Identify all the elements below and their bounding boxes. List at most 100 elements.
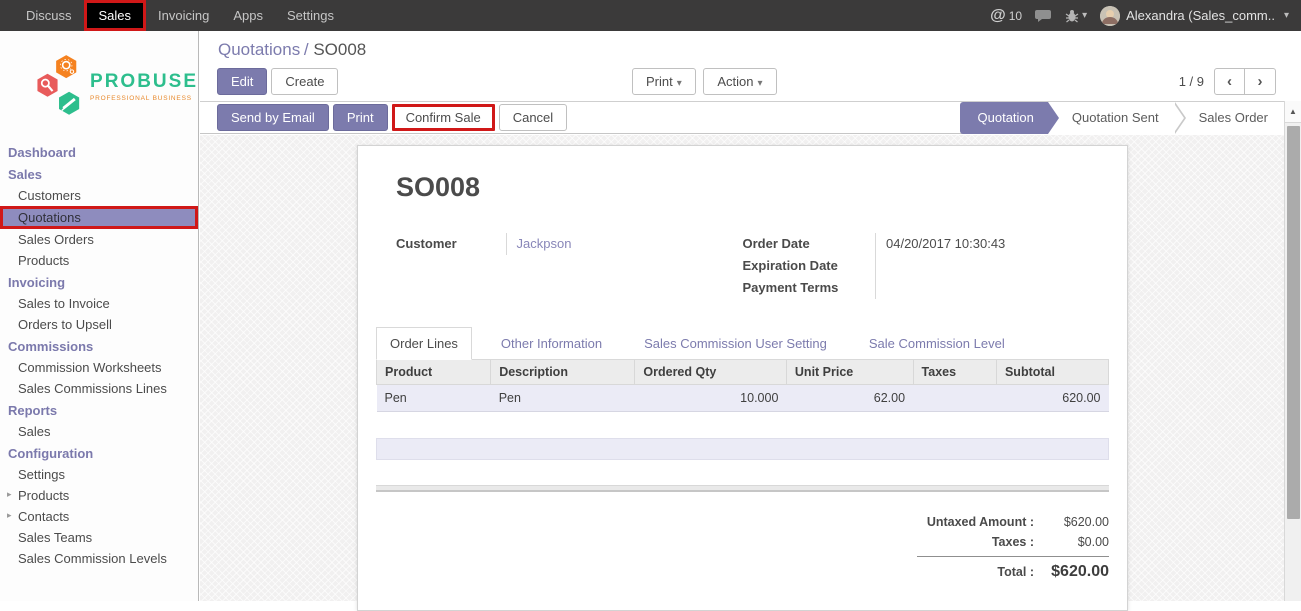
tab-sale-commission-level[interactable]: Sale Commission Level: [856, 328, 1018, 359]
order-date-label: Order Date: [743, 233, 876, 255]
topnav-sales-highlighted[interactable]: Sales: [84, 0, 147, 31]
status-pipeline: Quotation Quotation Sent Sales Order: [960, 102, 1284, 134]
sidebar-section-configuration[interactable]: Configuration: [0, 442, 198, 464]
payment-terms-label: Payment Terms: [743, 277, 876, 299]
sidebar-item-sales-to-invoice[interactable]: Sales to Invoice: [0, 293, 198, 314]
cancel-button[interactable]: Cancel: [499, 104, 567, 131]
cell-subtotal[interactable]: 620.00: [996, 385, 1108, 412]
confirm-sale-button-highlighted[interactable]: Confirm Sale: [392, 104, 495, 131]
debug-bug-icon[interactable]: ▾: [1065, 9, 1087, 23]
sidebar-item-orders-to-upsell[interactable]: Orders to Upsell: [0, 314, 198, 335]
expand-arrow-icon[interactable]: ▸: [7, 510, 12, 521]
cell-description[interactable]: Pen: [491, 385, 635, 412]
sidebar-item-commission-worksheets[interactable]: Commission Worksheets: [0, 357, 198, 378]
sidebar-item-dashboard[interactable]: Dashboard: [0, 141, 198, 163]
print-action-group: Print▾ Action ▾: [632, 68, 777, 95]
sidebar-section-reports[interactable]: Reports: [0, 399, 198, 421]
topnav-apps[interactable]: Apps: [221, 0, 275, 31]
sidebar-menu: Dashboard Sales Customers Quotations Sal…: [0, 135, 198, 569]
sidebar-section-commissions[interactable]: Commissions: [0, 335, 198, 357]
order-date-value: 04/20/2017 10:30:43: [876, 233, 1090, 255]
inbox-count: 10: [1009, 9, 1022, 23]
sidebar-item-sales-commission-levels[interactable]: Sales Commission Levels: [0, 548, 198, 569]
total-row: Total : $620.00: [917, 556, 1109, 584]
sidebar-section-invoicing[interactable]: Invoicing: [0, 271, 198, 293]
sidebar-item-config-contacts[interactable]: ▸ Contacts: [0, 506, 198, 527]
topnav-invoicing[interactable]: Invoicing: [146, 0, 221, 31]
top-navbar: Discuss Sales Invoicing Apps Settings @1…: [0, 0, 1301, 31]
cell-ordered-qty[interactable]: 10.000: [635, 385, 787, 412]
column-header-unit-price: Unit Price: [786, 360, 913, 385]
probuse-logo-hexagons: [36, 43, 82, 129]
top-nav-menu: Discuss Sales Invoicing Apps Settings: [0, 0, 346, 31]
cell-unit-price[interactable]: 62.00: [786, 385, 913, 412]
column-header-description: Description: [491, 360, 635, 385]
payment-terms-value: [876, 277, 1090, 299]
edit-button[interactable]: Edit: [217, 68, 267, 95]
order-lines-header-row: Product Description Ordered Qty Unit Pri…: [377, 360, 1109, 385]
sidebar-item-products[interactable]: Products: [0, 250, 198, 271]
user-avatar: [1100, 6, 1120, 26]
customer-row: Customer Jackpson: [396, 233, 743, 255]
total-label: Total :: [917, 565, 1034, 579]
print-document-button[interactable]: Print: [333, 104, 388, 131]
user-caret-icon: ▾: [1284, 10, 1289, 21]
pager-previous-button[interactable]: ‹: [1214, 68, 1245, 95]
breadcrumb: Quotations / SO008: [200, 31, 1301, 62]
pager-next-button[interactable]: ›: [1245, 68, 1276, 95]
form-right-group: Order Date 04/20/2017 10:30:43 Expiratio…: [743, 233, 1090, 299]
sidebar-item-quotations-selected[interactable]: Quotations: [0, 206, 198, 229]
order-line-row[interactable]: Pen Pen 10.000 62.00 620.00: [377, 385, 1109, 412]
expiration-date-label: Expiration Date: [743, 255, 876, 277]
debug-caret-icon: ▾: [1082, 10, 1087, 21]
sidebar-section-sales[interactable]: Sales: [0, 163, 198, 185]
customer-value-link[interactable]: Jackpson: [506, 233, 743, 255]
column-header-product: Product: [377, 360, 491, 385]
status-step-sales-order[interactable]: Sales Order: [1175, 102, 1284, 134]
sidebar-item-config-products[interactable]: ▸Products: [0, 485, 198, 506]
print-menu-button[interactable]: Print▾: [632, 68, 696, 95]
scrollbar-up-arrow-icon[interactable]: ▲: [1285, 101, 1301, 123]
order-lines-table: Product Description Ordered Qty Unit Pri…: [376, 360, 1109, 412]
quotation-number-title: SO008: [396, 172, 1127, 203]
sidebar-item-sales-orders[interactable]: Sales Orders: [0, 229, 198, 250]
status-step-quotation-active[interactable]: Quotation: [960, 102, 1048, 134]
chat-bubble-icon[interactable]: [1035, 9, 1052, 23]
vertical-scrollbar[interactable]: ▲: [1284, 101, 1301, 601]
action-menu-label: Action: [717, 74, 753, 89]
column-header-subtotal: Subtotal: [996, 360, 1108, 385]
topnav-settings[interactable]: Settings: [275, 0, 346, 31]
expiration-date-value: [876, 255, 1090, 277]
sidebar-item-sales-commissions-lines[interactable]: Sales Commissions Lines: [0, 378, 198, 399]
action-menu-button[interactable]: Action ▾: [703, 68, 776, 95]
tab-other-information[interactable]: Other Information: [488, 328, 615, 359]
tab-sales-commission-user-setting[interactable]: Sales Commission User Setting: [631, 328, 840, 359]
sidebar-item-settings[interactable]: Settings: [0, 464, 198, 485]
config-contacts-label: Contacts: [18, 509, 69, 524]
breadcrumb-quotations-link[interactable]: Quotations: [218, 40, 300, 59]
scrollbar-thumb[interactable]: [1287, 126, 1300, 519]
probuse-logo: PROBUSE PROFESSIONAL BUSINESS: [0, 31, 198, 135]
notebook-tabs: Order Lines Other Information Sales Comm…: [376, 327, 1109, 360]
user-menu[interactable]: Alexandra (Sales_comm.. ▾: [1100, 6, 1289, 26]
expand-arrow-icon[interactable]: ▸: [7, 489, 12, 500]
sidebar-item-customers[interactable]: Customers: [0, 185, 198, 206]
send-by-email-button[interactable]: Send by Email: [217, 104, 329, 131]
column-header-ordered-qty: Ordered Qty: [635, 360, 787, 385]
column-header-taxes: Taxes: [913, 360, 996, 385]
totals-block: Untaxed Amount : $620.00 Taxes : $0.00 T…: [917, 512, 1109, 584]
cell-taxes[interactable]: [913, 385, 996, 412]
control-panel: Quotations / SO008 Edit Create Print▾ Ac…: [200, 31, 1301, 134]
tab-order-lines-active[interactable]: Order Lines: [376, 327, 472, 360]
sidebar-item-sales-teams[interactable]: Sales Teams: [0, 527, 198, 548]
topbar-right-tools: @10 ▾ Alexandra (Sales_comm.. ▾: [990, 0, 1301, 31]
create-button[interactable]: Create: [271, 68, 338, 95]
logo-subtitle: PROFESSIONAL BUSINESS: [90, 95, 198, 102]
action-caret-icon: ▾: [758, 78, 763, 89]
sidebar-item-reports-sales[interactable]: Sales: [0, 421, 198, 442]
inbox-at-icon[interactable]: @10: [990, 7, 1022, 25]
topnav-discuss[interactable]: Discuss: [14, 0, 84, 31]
payment-terms-row: Payment Terms: [743, 277, 1090, 299]
status-step-quotation-sent[interactable]: Quotation Sent: [1048, 102, 1175, 134]
cell-product[interactable]: Pen: [377, 385, 491, 412]
